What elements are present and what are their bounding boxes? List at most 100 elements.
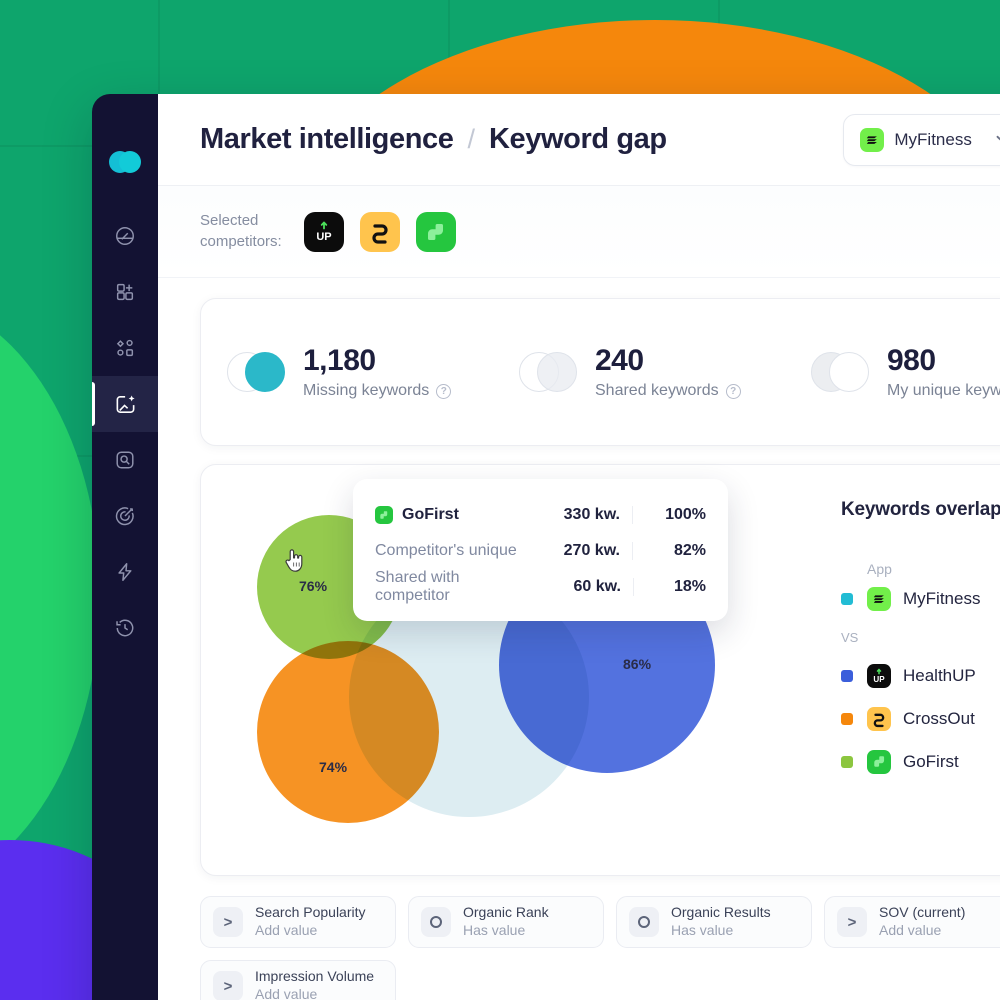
nodes-network-icon (114, 337, 136, 359)
stat-label: Shared keywords (595, 382, 719, 400)
sidebar-item-market-intelligence[interactable] (92, 376, 158, 432)
apps-grid-plus-icon (114, 281, 136, 303)
keyword-overlap-chart-card: 76% 74% 86% GoFirst 330 kw. 100% Competi… (200, 464, 1000, 876)
venn-circle-crossout[interactable] (257, 641, 439, 823)
crossout-app-icon[interactable] (360, 211, 400, 252)
myfitness-app-icon (860, 127, 885, 152)
filter-value: Add value (255, 986, 318, 1000)
filter-chip-impression-volume[interactable]: > Impression Volume Add value (200, 960, 396, 1000)
gofirst-app-icon[interactable] (416, 211, 456, 252)
app-select[interactable]: MyFitness (843, 113, 1000, 166)
pointing-hand-cursor (283, 547, 305, 572)
target-arrow-icon (114, 505, 136, 527)
healthup-app-icon: UP (867, 663, 891, 688)
tooltip-row-kw: 270 kw. (563, 542, 620, 559)
overlap-row-name: GoFirst (903, 751, 959, 771)
filter-value: Add value (255, 922, 318, 938)
filter-name: Impression Volume (255, 968, 375, 984)
filter-chip-list: > Search Popularity Add value Organic Ra… (200, 896, 1000, 1000)
sidebar-item-dashboard[interactable] (92, 208, 158, 264)
venn-icon-missing (227, 352, 285, 392)
overlap-row-healthup[interactable]: UP HealthUP 740 (841, 654, 1000, 697)
sidebar-item-automations[interactable] (92, 544, 158, 600)
filter-name: Search Popularity (255, 904, 366, 920)
filter-chip-sov-current[interactable]: > SOV (current) Add value (824, 896, 1000, 948)
dashboard-gauge-icon (114, 225, 136, 247)
stat-label: Missing keywords (303, 382, 430, 400)
stat-label: My unique keyw (887, 382, 1000, 400)
series-color-dot (841, 712, 853, 725)
overlap-row-gofirst[interactable]: GoFirst 380 (841, 740, 1000, 783)
page-title: Keyword gap (489, 123, 667, 155)
app-select-label: MyFitness (894, 129, 972, 149)
overlap-row-crossout[interactable]: CrossOut 540 (841, 697, 1000, 740)
green-blob (0, 295, 100, 895)
main-content: Market intelligence / Keyword gap MyFitn… (158, 94, 1000, 1000)
page-header: Market intelligence / Keyword gap MyFitn… (158, 94, 1000, 186)
tooltip-row: Competitor's unique 270 kw. 82% (375, 533, 706, 569)
venn-percent-crossout: 74% (319, 759, 348, 775)
help-icon[interactable]: ? (725, 383, 741, 399)
sidebar-item-add-app[interactable] (92, 264, 158, 320)
filter-name: Organic Results (671, 904, 771, 920)
overlap-row-name: CrossOut (903, 708, 975, 728)
sidebar-item-keyword-research[interactable] (92, 432, 158, 488)
series-color-dot (841, 669, 853, 682)
tooltip-row: Shared with competitor 60 kw. 18% (375, 569, 706, 605)
chevron-down-icon (996, 131, 1000, 149)
series-color-dot (841, 592, 853, 605)
help-icon[interactable]: ? (436, 383, 452, 399)
stat-value: 1,180 (303, 343, 376, 377)
stats-card: 1,180 Missing keywords? 240 Shared keywo… (200, 298, 1000, 446)
stat-my-unique-keywords: 980 My unique keyw (811, 344, 1000, 401)
gofirst-app-icon (375, 506, 393, 524)
tooltip-row-label: GoFirst (402, 506, 459, 523)
stat-missing-keywords: 1,180 Missing keywords? (227, 344, 519, 401)
gofirst-app-icon (867, 749, 891, 774)
venn-icon-unique (811, 352, 869, 392)
tooltip-row-pct: 18% (632, 578, 706, 596)
filter-chip-search-popularity[interactable]: > Search Popularity Add value (200, 896, 396, 948)
venn-icon-shared (519, 352, 577, 392)
tooltip-row-kw: 60 kw. (573, 578, 621, 595)
overlap-vs-label: VS (841, 629, 859, 645)
svg-text:UP: UP (316, 231, 331, 243)
venn-logo-icon[interactable] (92, 116, 158, 208)
keywords-overlap-panel: Keywords overlap App Total kw. (841, 465, 1000, 875)
filter-value: Has value (463, 922, 526, 938)
series-color-dot (841, 755, 853, 768)
myfitness-app-icon (867, 586, 891, 611)
venn-tooltip: GoFirst 330 kw. 100% Competitor's unique… (353, 479, 728, 621)
breadcrumb-parent[interactable]: Market intelligence (200, 123, 454, 156)
column-app: App (867, 561, 892, 577)
filter-chip-organic-rank[interactable]: Organic Rank Has value (408, 896, 604, 948)
greater-than-icon: > (837, 907, 867, 937)
sidebar (92, 94, 158, 1000)
overlap-title: Keywords overlap (841, 499, 1000, 520)
bolt-icon (114, 561, 136, 583)
selected-competitors-bar: Selected competitors: UP (158, 186, 1000, 278)
healthup-app-icon[interactable]: UP (304, 211, 344, 252)
sidebar-item-connections[interactable] (92, 320, 158, 376)
overlap-table: App Total kw. MyFitness 1,210 (841, 561, 1000, 783)
filter-name: Organic Rank (463, 904, 549, 920)
greater-than-icon: > (213, 907, 243, 937)
tooltip-row-label: Shared with competitor (375, 569, 460, 604)
tooltip-row: GoFirst 330 kw. 100% (375, 497, 706, 533)
venn-diagram[interactable]: 76% 74% 86% GoFirst 330 kw. 100% Competi… (201, 465, 841, 875)
overlap-table-header: App Total kw. (841, 561, 1000, 577)
stat-value: 240 (595, 343, 644, 377)
sidebar-item-history[interactable] (92, 600, 158, 656)
has-value-ring-icon (629, 907, 659, 937)
filter-chip-organic-results[interactable]: Organic Results Has value (616, 896, 812, 948)
crossout-app-icon (867, 706, 891, 731)
overlap-row-myfitness[interactable]: MyFitness 1,210 (841, 577, 1000, 620)
has-value-ring-icon (421, 907, 451, 937)
keyword-search-icon (114, 449, 136, 471)
sidebar-item-campaigns[interactable] (92, 488, 158, 544)
market-sparkle-icon (114, 393, 137, 416)
venn-percent-gofirst: 76% (299, 578, 328, 594)
filter-name: SOV (current) (879, 904, 966, 920)
stat-value: 980 (887, 343, 936, 377)
competitor-icon-list: UP (304, 211, 456, 252)
